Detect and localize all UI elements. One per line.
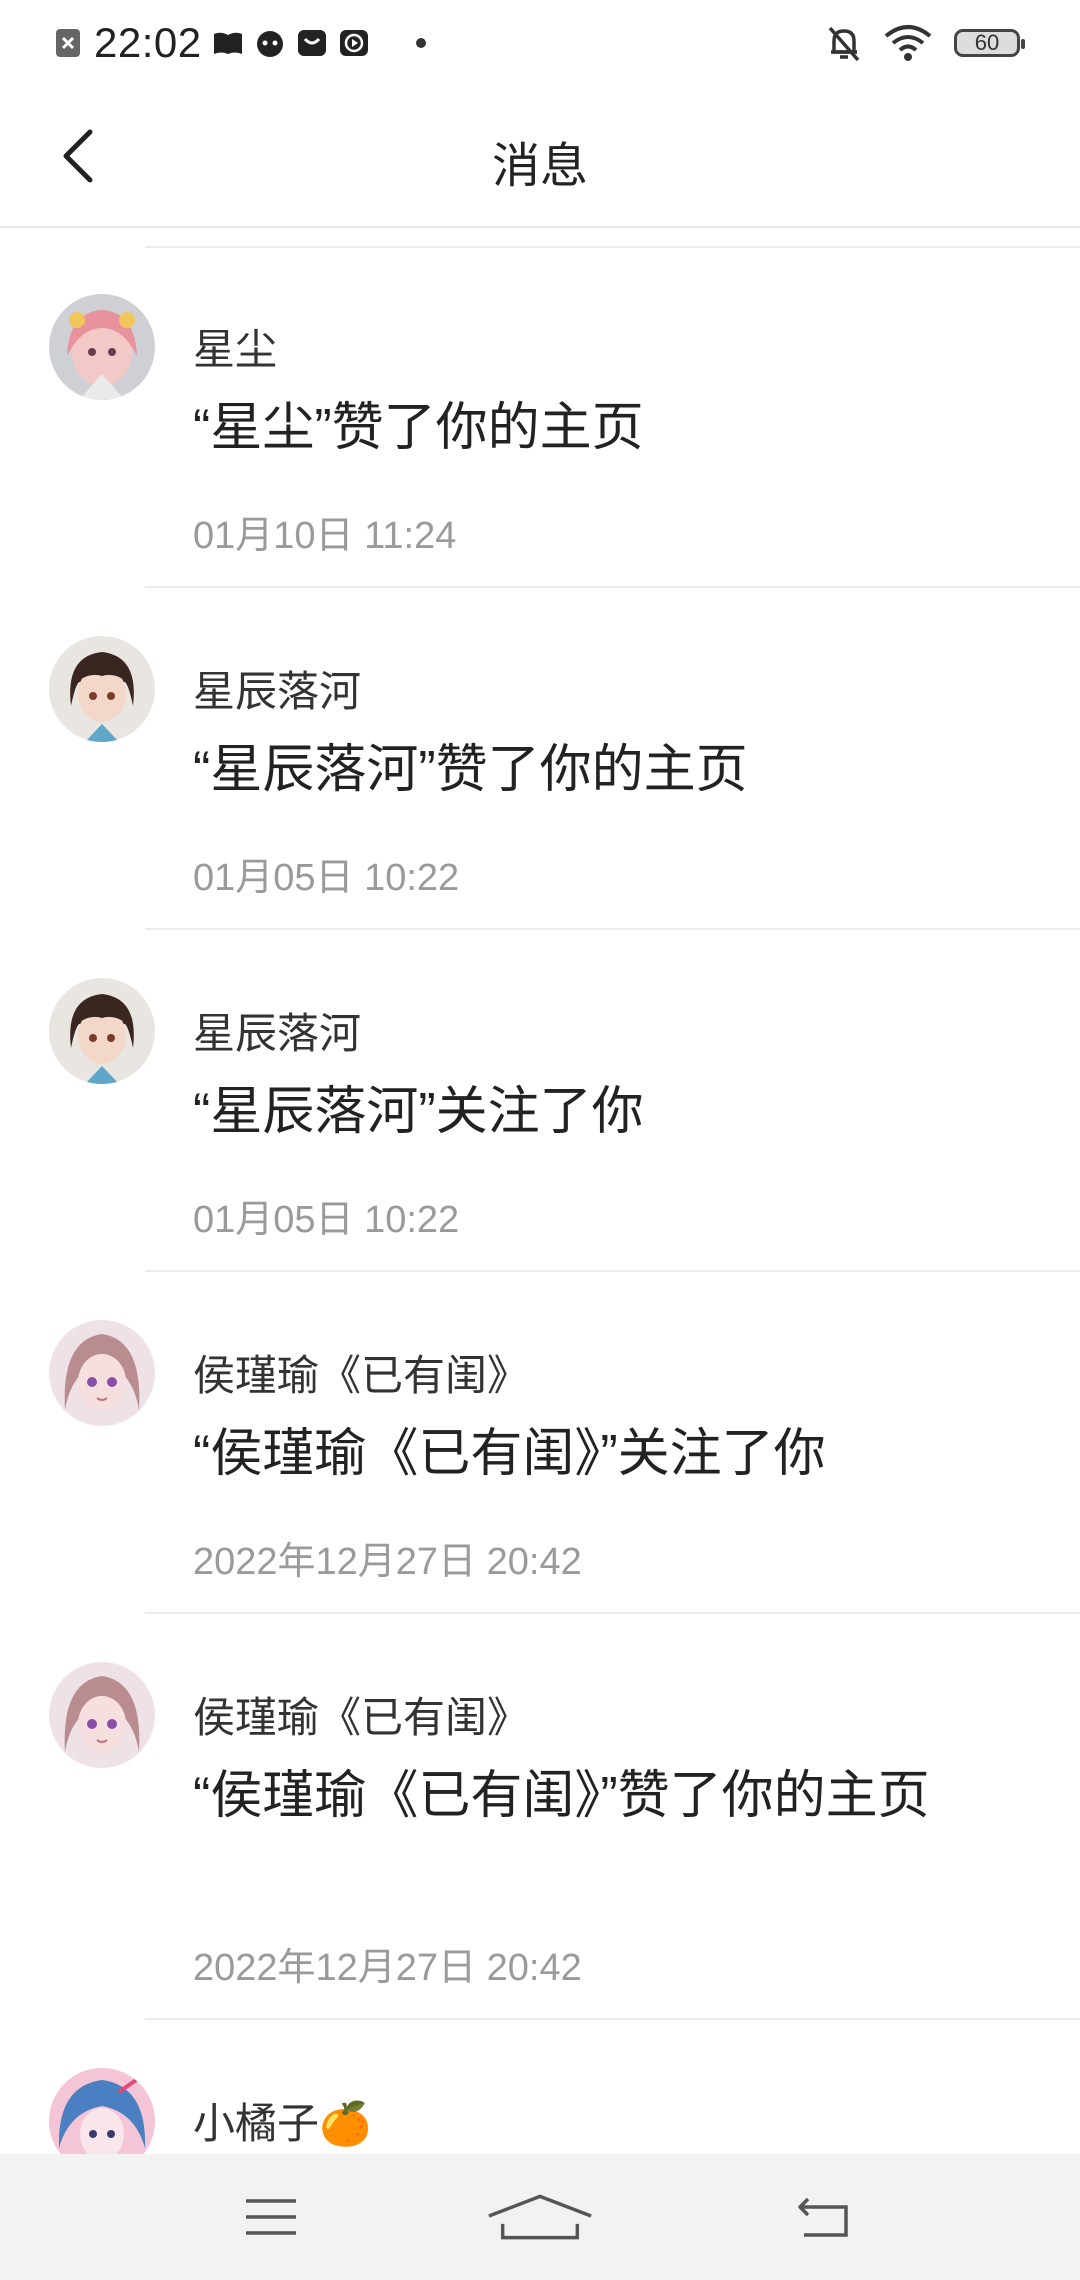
menu-button[interactable] bbox=[216, 2182, 326, 2252]
message-list: 星尘 “星尘”赞了你的主页 01月10日 11:24 星辰落河 “星辰落河”赞了… bbox=[0, 246, 1080, 2220]
message-text: “星辰落河”赞了你的主页 bbox=[193, 741, 748, 799]
app-face-icon bbox=[256, 31, 283, 57]
bell-off-icon bbox=[828, 26, 860, 62]
notification-close-icon bbox=[56, 29, 80, 57]
message-text: “星尘”赞了你的主页 bbox=[193, 399, 644, 457]
message-text: “侯瑾瑜《已有闺》”关注了你 bbox=[193, 1425, 826, 1483]
home-icon bbox=[488, 2194, 592, 2240]
page-title: 消息 bbox=[491, 140, 588, 193]
sender-name: 星辰落河 bbox=[193, 1010, 362, 1057]
book-icon bbox=[213, 32, 242, 54]
message-item[interactable]: 星辰落河 “星辰落河”赞了你的主页 01月05日 10:22 bbox=[49, 588, 1080, 930]
message-time: 01月05日 10:22 bbox=[193, 857, 460, 899]
sender-name: 星尘 bbox=[193, 326, 278, 373]
status-time: 22:02 bbox=[94, 19, 202, 66]
status-right: 60 bbox=[826, 18, 1025, 68]
message-text: “侯瑾瑜《已有闺》”赞了你的主页 bbox=[193, 1767, 930, 1825]
message-item[interactable]: 星尘 “星尘”赞了你的主页 01月10日 11:24 bbox=[49, 246, 1080, 588]
home-button[interactable] bbox=[485, 2182, 595, 2252]
status-bar: 22:02 60 bbox=[0, 0, 1080, 86]
app-mail-icon bbox=[297, 30, 326, 56]
menu-icon bbox=[246, 2199, 296, 2235]
message-text: “星辰落河”关注了你 bbox=[193, 1083, 644, 1141]
top-bar: 消息 bbox=[0, 86, 1080, 228]
message-time: 2022年12月27日 20:42 bbox=[193, 1947, 582, 1989]
battery-icon: 60 bbox=[954, 29, 1025, 57]
message-time: 2022年12月27日 20:42 bbox=[193, 1541, 582, 1583]
battery-level: 60 bbox=[974, 30, 1000, 55]
avatar[interactable] bbox=[49, 978, 155, 1084]
sender-name: 小橘子🍊 bbox=[193, 2100, 372, 2147]
message-item[interactable]: 侯瑾瑜《已有闺》 “侯瑾瑜《已有闺》”赞了你的主页 2022年12月27日 20… bbox=[49, 1614, 1080, 2020]
play-icon bbox=[339, 30, 368, 56]
wifi-icon bbox=[884, 25, 932, 61]
message-time: 01月05日 10:22 bbox=[193, 1199, 460, 1241]
message-item[interactable]: 星辰落河 “星辰落河”关注了你 01月05日 10:22 bbox=[49, 930, 1080, 1272]
avatar[interactable] bbox=[49, 1320, 155, 1426]
avatar[interactable] bbox=[49, 294, 155, 400]
avatar[interactable] bbox=[49, 636, 155, 742]
return-button[interactable] bbox=[768, 2182, 878, 2252]
system-nav-bar bbox=[0, 2154, 1080, 2280]
return-icon bbox=[798, 2197, 848, 2237]
sender-name: 侯瑾瑜《已有闺》 bbox=[193, 1694, 530, 1741]
more-notifications-dot bbox=[415, 38, 426, 48]
sender-name: 星辰落河 bbox=[193, 668, 362, 715]
sender-name: 侯瑾瑜《已有闺》 bbox=[193, 1352, 530, 1399]
message-item[interactable]: 侯瑾瑜《已有闺》 “侯瑾瑜《已有闺》”关注了你 2022年12月27日 20:4… bbox=[49, 1272, 1080, 1614]
message-time: 01月10日 11:24 bbox=[193, 515, 457, 557]
avatar[interactable] bbox=[49, 1662, 155, 1768]
status-left: 22:02 bbox=[52, 14, 426, 72]
